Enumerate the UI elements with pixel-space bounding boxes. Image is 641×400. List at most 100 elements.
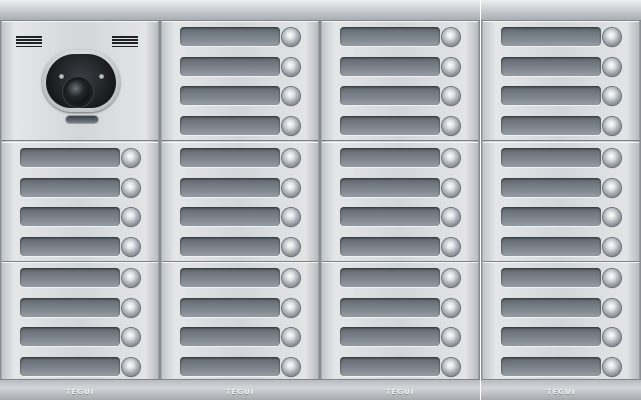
call-button-icon[interactable] [603,58,621,76]
call-button-icon[interactable] [442,238,460,256]
nameplate [340,268,440,287]
nameplate [501,148,601,167]
panel-column-3: TEGUI [320,0,480,400]
nameplate [180,148,280,167]
button-module [162,21,318,141]
call-button-icon[interactable] [603,149,621,167]
nameplate [501,86,601,105]
nameplate [20,207,120,226]
call-button-icon[interactable] [282,87,300,105]
call-button-icon[interactable] [122,179,140,197]
call-button-icon[interactable] [122,149,140,167]
call-button-icon[interactable] [282,117,300,135]
nameplate [501,27,601,46]
nameplate [340,148,440,167]
call-button-icon[interactable] [282,269,300,287]
call-button-icon[interactable] [122,269,140,287]
panel-column-2: TEGUI [160,0,320,400]
nameplate [340,298,440,317]
panel-column-4: TEGUI [481,0,641,400]
nameplate [501,116,601,135]
nameplate [20,357,120,376]
ir-led-icon [99,74,104,79]
camera-module [2,21,158,141]
call-button-icon[interactable] [603,117,621,135]
call-button-icon[interactable] [122,328,140,346]
column-bottom-cap: TEGUI [320,379,480,400]
call-button-icon[interactable] [603,87,621,105]
call-button-icon[interactable] [122,208,140,226]
call-button-icon[interactable] [122,299,140,317]
call-button-icon[interactable] [603,358,621,376]
call-button-icon[interactable] [442,28,460,46]
call-button-icon[interactable] [442,328,460,346]
nameplate [180,86,280,105]
nameplate [340,357,440,376]
call-button-icon[interactable] [603,238,621,256]
nameplate [180,27,280,46]
brand-label: TEGUI [225,388,255,396]
call-button-icon[interactable] [603,28,621,46]
nameplate [501,357,601,376]
nameplate [180,327,280,346]
button-module [322,262,478,382]
column-bottom-cap: TEGUI [481,379,641,400]
panel-column-1: TEGUI [0,0,160,400]
nameplate [501,327,601,346]
nameplate [180,357,280,376]
nameplate [180,116,280,135]
nameplate [340,86,440,105]
call-button-icon[interactable] [603,208,621,226]
call-button-icon[interactable] [282,358,300,376]
button-module [162,142,318,262]
call-button-icon[interactable] [442,269,460,287]
column-top-cap [320,0,480,21]
microphone-slot [66,116,98,123]
call-button-icon[interactable] [442,58,460,76]
button-module [483,142,639,262]
nameplate [501,207,601,226]
call-button-icon[interactable] [603,328,621,346]
nameplate [501,57,601,76]
nameplate [340,327,440,346]
call-button-icon[interactable] [442,299,460,317]
call-button-icon[interactable] [282,58,300,76]
call-button-icon[interactable] [282,28,300,46]
call-button-icon[interactable] [282,328,300,346]
speaker-grille-icon [16,36,42,48]
button-module [483,262,639,382]
brand-label: TEGUI [65,388,95,396]
button-module [2,262,158,382]
call-button-icon[interactable] [603,269,621,287]
nameplate [340,57,440,76]
nameplate [180,268,280,287]
call-button-icon[interactable] [442,149,460,167]
call-button-icon[interactable] [282,299,300,317]
call-button-icon[interactable] [442,87,460,105]
nameplate [501,268,601,287]
ir-led-icon [59,74,64,79]
call-button-icon[interactable] [122,238,140,256]
call-button-icon[interactable] [442,358,460,376]
button-module [322,21,478,141]
column-bottom-cap: TEGUI [0,379,160,400]
nameplate [20,237,120,256]
column-top-cap [0,0,160,21]
call-button-icon[interactable] [603,299,621,317]
call-button-icon[interactable] [122,358,140,376]
nameplate [340,237,440,256]
nameplate [180,57,280,76]
call-button-icon[interactable] [442,117,460,135]
nameplate [20,148,120,167]
nameplate [20,298,120,317]
call-button-icon[interactable] [282,238,300,256]
call-button-icon[interactable] [442,179,460,197]
button-module [162,262,318,382]
call-button-icon[interactable] [282,208,300,226]
call-button-icon[interactable] [442,208,460,226]
call-button-icon[interactable] [282,179,300,197]
nameplate [180,298,280,317]
nameplate [340,116,440,135]
call-button-icon[interactable] [603,179,621,197]
call-button-icon[interactable] [282,149,300,167]
